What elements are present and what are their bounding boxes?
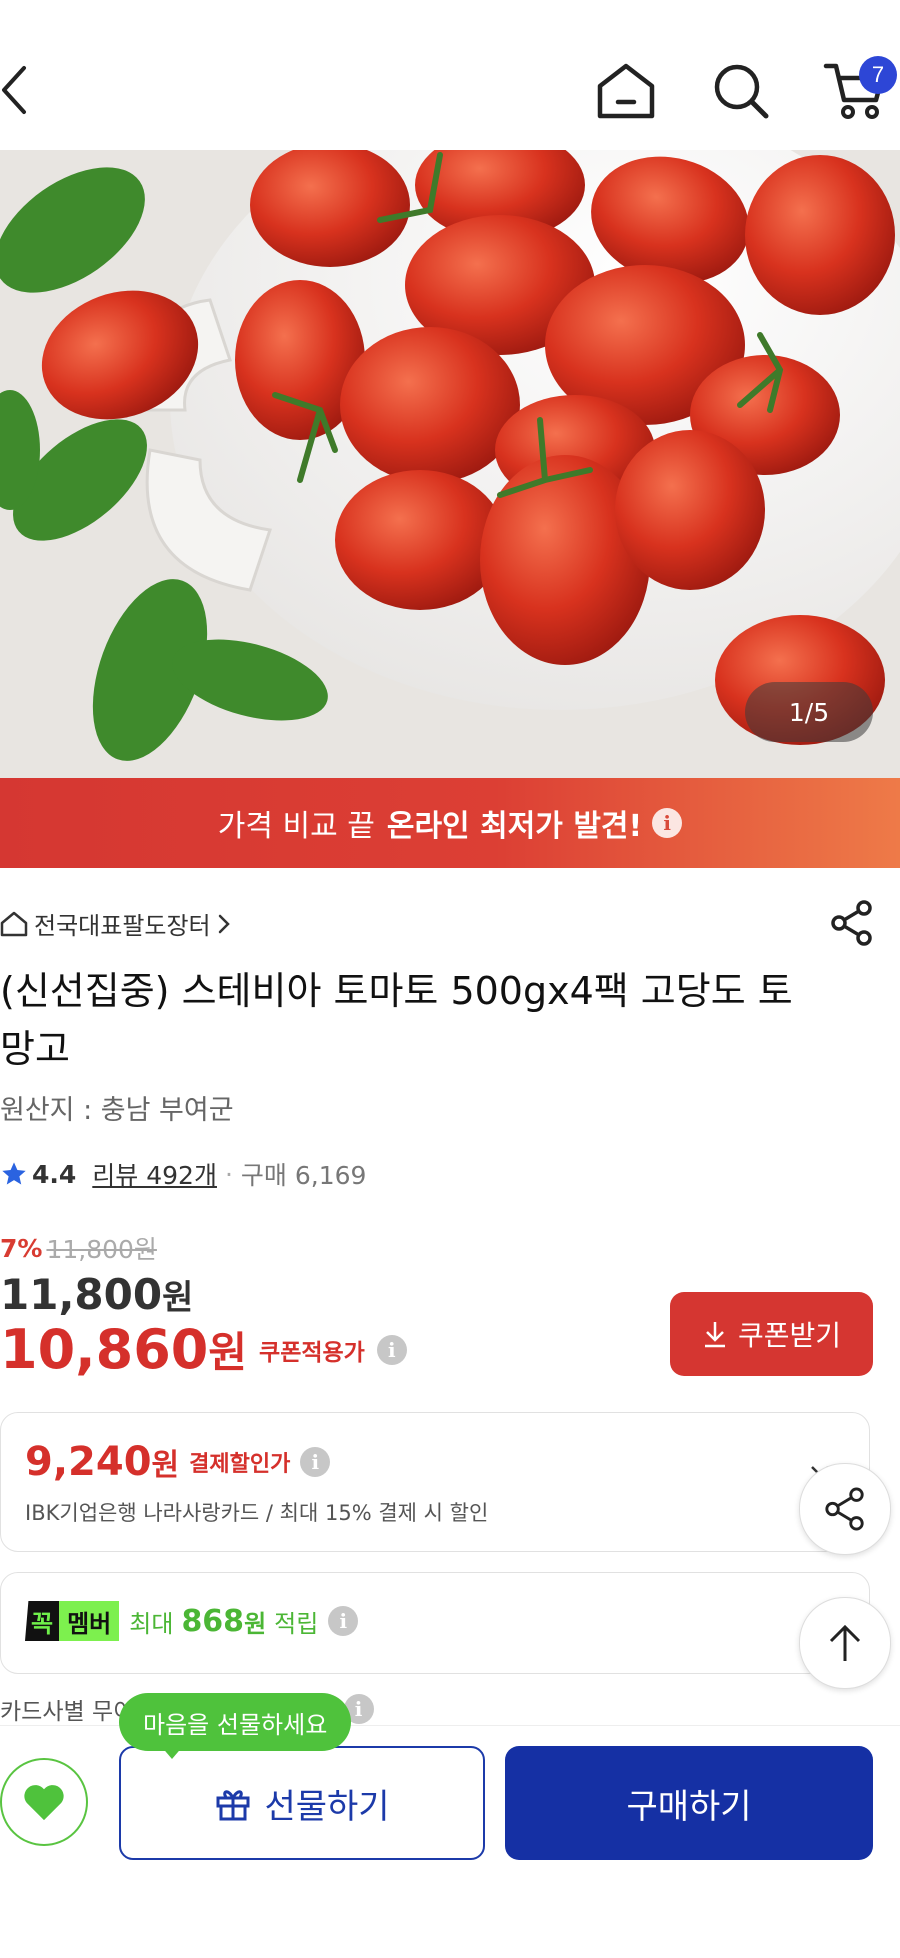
floating-share-button[interactable] [799, 1463, 891, 1555]
home-icon[interactable] [594, 62, 658, 120]
coupon-button-label: 쿠폰받기 [737, 1319, 842, 1352]
cart-count-badge: 7 [859, 56, 897, 94]
image-counter: 1/5 [745, 682, 873, 742]
promo-highlight: 온라인 최저가 발견! [386, 809, 643, 844]
info-icon[interactable]: i [328, 1606, 359, 1636]
gift-icon [214, 1784, 252, 1822]
promo-text: 가격 비교 끝 [217, 809, 375, 844]
rating-row: 4.4 리뷰 492개 · 구매 6,169 [0, 1156, 366, 1192]
info-icon[interactable]: i [376, 1334, 407, 1365]
product-title: (신선집중) 스테비아 토마토 500gx4팩 고당도 토망고 [0, 969, 793, 1071]
original-price: 11,800원 [46, 1235, 157, 1264]
star-icon [0, 1160, 28, 1188]
gift-button[interactable]: 선물하기 [119, 1746, 485, 1860]
coupon-price-unit: 원 [208, 1328, 248, 1377]
membership-logo-part2: 멤버 [59, 1601, 120, 1641]
purchase-count: 구매 6,169 [240, 1161, 367, 1190]
review-link[interactable]: 리뷰 492개 [92, 1156, 217, 1192]
payment-discount-description: IBK기업은행 나라사랑카드 / 최대 15% 결제 시 할인 [25, 1501, 489, 1525]
discount-row: 7% 11,800원 [0, 1230, 157, 1266]
scroll-top-button[interactable] [799, 1597, 891, 1689]
gift-button-label: 선물하기 [264, 1786, 390, 1827]
coupon-price-label: 쿠폰적용가 [259, 1339, 365, 1366]
membership-row: 꼭 멤버 최대 868 원 적립 i [25, 1601, 359, 1641]
wishlist-button[interactable] [0, 1758, 88, 1846]
store-name: 전국대표팔도장터 [34, 912, 211, 940]
payment-discount-card[interactable]: 9,240 원 결제할인가 i IBK기업은행 나라사랑카드 / 최대 15% 결… [0, 1412, 870, 1552]
payment-price: 9,240 원 결제할인가 i [25, 1439, 331, 1485]
coupon-price: 10,860 원 쿠폰적용가 i [0, 1318, 407, 1381]
sale-price: 11,800원 [0, 1270, 193, 1319]
heart-icon [22, 1782, 66, 1822]
store-link[interactable]: 전국대표팔도장터 [0, 906, 231, 941]
chevron-right-icon [217, 913, 231, 935]
payment-price-label: 결제할인가 [189, 1452, 291, 1477]
membership-amount-unit: 원 [244, 1609, 267, 1638]
search-icon[interactable] [712, 62, 770, 120]
buy-button[interactable]: 구매하기 [505, 1746, 873, 1860]
gift-tooltip: 마음을 선물하세요 [119, 1693, 352, 1751]
rating-score: 4.4 [32, 1159, 77, 1189]
info-icon[interactable]: i [300, 1447, 331, 1477]
membership-suffix: 적립 [274, 1609, 319, 1638]
membership-prefix: 최대 [129, 1609, 174, 1638]
info-icon[interactable]: i [652, 808, 683, 838]
coupon-download-button[interactable]: 쿠폰받기 [670, 1292, 873, 1376]
top-header: 7 [0, 0, 900, 150]
back-icon[interactable] [0, 64, 40, 116]
lowest-price-banner[interactable]: 가격 비교 끝 온라인 최저가 발견! i [0, 778, 900, 868]
store-icon [0, 911, 28, 937]
share-icon [823, 1487, 867, 1531]
download-icon [702, 1320, 728, 1348]
membership-logo: 꼭 멤버 [25, 1601, 120, 1641]
product-origin: 원산지 : 충남 부여군 [0, 1095, 234, 1126]
sale-price-unit: 원 [162, 1278, 194, 1318]
gift-tooltip-tail [160, 1745, 184, 1759]
membership-card[interactable]: 꼭 멤버 최대 868 원 적립 i [0, 1572, 870, 1674]
share-icon[interactable] [830, 900, 874, 946]
payment-price-unit: 원 [151, 1448, 180, 1483]
payment-price-value: 9,240 [25, 1439, 152, 1485]
arrow-up-icon [827, 1623, 863, 1663]
coupon-price-value: 10,860 [0, 1318, 209, 1381]
membership-amount: 868 [181, 1603, 245, 1639]
discount-percent: 7% [0, 1233, 43, 1263]
sale-price-value: 11,800 [0, 1270, 163, 1319]
membership-logo-part1: 꼭 [25, 1601, 60, 1641]
separator: · [224, 1159, 233, 1189]
